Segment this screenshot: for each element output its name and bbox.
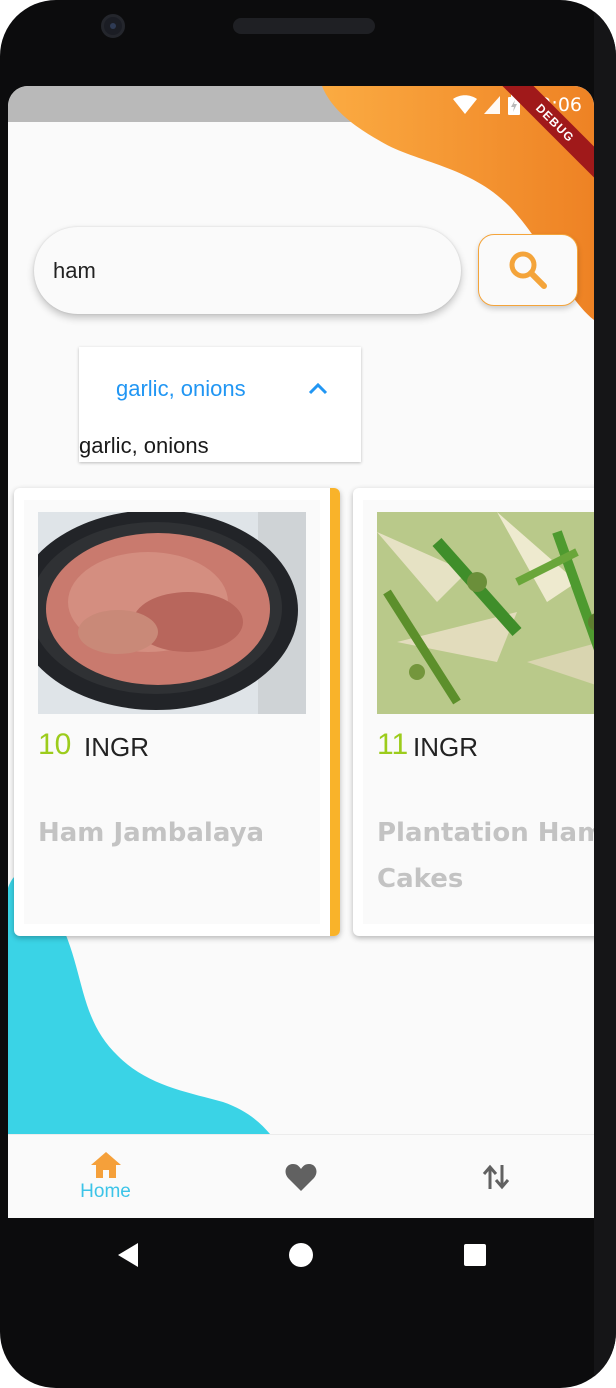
app-screen: DEBUG 12:06 garlic, onions — [8, 86, 594, 1218]
recipe-card[interactable]: 11 INGR Plantation Ham Cakes — [353, 488, 594, 936]
bottom-navigation: Home — [8, 1134, 594, 1218]
signal-icon — [484, 96, 501, 114]
nav-swap[interactable] — [398, 1135, 593, 1218]
search-button[interactable] — [478, 234, 578, 306]
dropdown-option[interactable]: garlic, onions — [79, 433, 209, 459]
ingredient-dropdown[interactable]: garlic, onions garlic, onions — [79, 347, 361, 462]
ingredient-count: 10 — [38, 728, 72, 761]
heart-icon — [285, 1164, 316, 1191]
search-icon — [509, 251, 547, 289]
phone-frame: DEBUG 12:06 garlic, onions — [0, 0, 616, 1388]
recipe-image — [377, 512, 594, 714]
home-circle-icon[interactable] — [288, 1242, 314, 1268]
ingredient-unit: INGR — [84, 732, 149, 762]
phone-bezel — [594, 0, 616, 1388]
ingredient-count: 11 — [377, 728, 409, 761]
selected-indicator — [330, 488, 340, 936]
android-navigation-bar — [0, 1218, 616, 1298]
dropdown-selected-value: garlic, onions — [116, 376, 246, 401]
recipe-image — [38, 512, 306, 714]
wifi-icon — [453, 95, 478, 114]
search-box[interactable] — [34, 227, 461, 314]
swap-icon — [482, 1164, 509, 1190]
recipe-title: Ham Jambalaya — [38, 818, 265, 848]
ingredient-unit: INGR — [413, 732, 478, 762]
recipe-title: Plantation Ham Cakes — [377, 818, 594, 894]
nav-favorites[interactable] — [203, 1135, 398, 1218]
home-icon — [90, 1152, 121, 1178]
dropdown-header[interactable]: garlic, onions — [79, 347, 361, 433]
earpiece-speaker — [233, 18, 375, 34]
recipe-card[interactable]: 10 INGR Ham Jambalaya — [14, 488, 340, 936]
nav-home-label: Home — [80, 1181, 131, 1202]
search-input[interactable] — [53, 227, 433, 314]
front-camera — [101, 14, 125, 38]
nav-home[interactable]: Home — [8, 1135, 203, 1218]
chevron-up-icon — [308, 382, 328, 395]
back-icon[interactable] — [116, 1242, 140, 1268]
recents-icon[interactable] — [464, 1244, 486, 1266]
